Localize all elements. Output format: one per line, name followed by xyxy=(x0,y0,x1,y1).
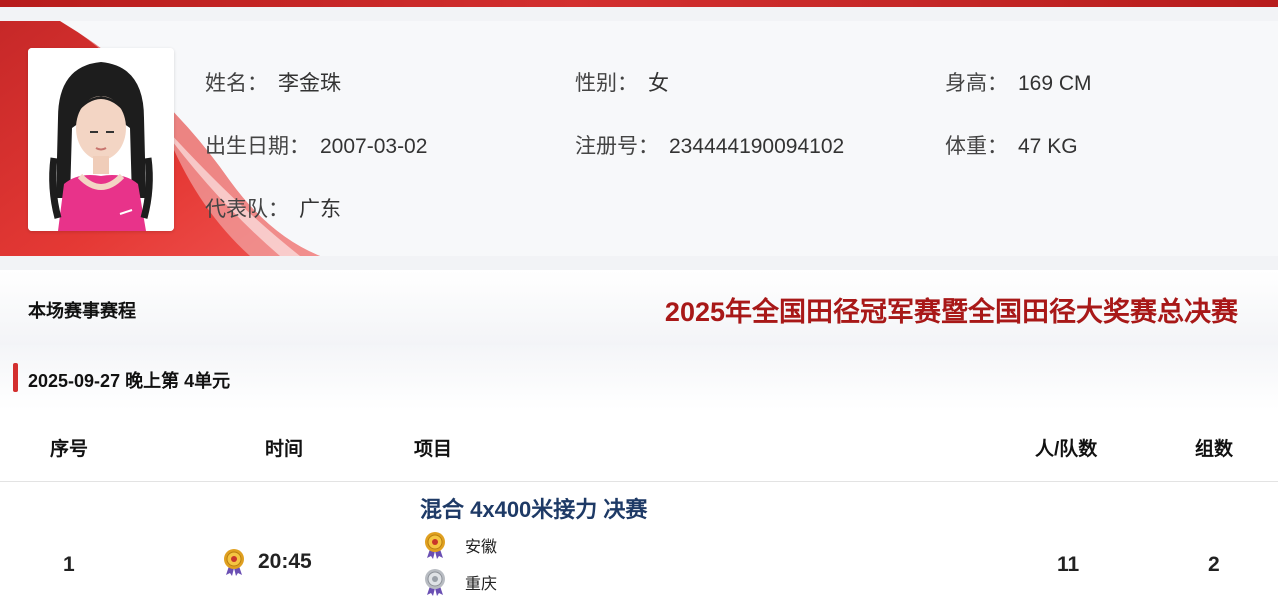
gold-medal-icon xyxy=(425,532,445,559)
schedule-table-header: 序号 时间 项目 人/队数 组数 xyxy=(0,410,1278,482)
event-item-name[interactable]: 混合 4x400米接力 决赛 xyxy=(420,492,647,524)
column-header-count: 人/队数 xyxy=(1035,439,1098,460)
height-label: 身高： xyxy=(945,72,1008,95)
athlete-profile-card: 姓名： 李金珠 性别： 女 身高： 169 CM 出生日期： 2007-03-02 注册… xyxy=(0,21,1278,256)
column-header-no: 序号 xyxy=(50,439,89,460)
weight-field: 体重： 47 KG xyxy=(945,130,1078,160)
name-label: 姓名： xyxy=(205,72,268,95)
session-marker xyxy=(13,363,18,392)
section-divider xyxy=(0,256,1278,270)
gold-medalist: 安徽 xyxy=(423,531,497,559)
registration-field: 注册号： 234444190094102 xyxy=(575,130,844,160)
name-field: 姓名： 李金珠 xyxy=(205,67,341,97)
registration-value: 234444190094102 xyxy=(669,135,845,158)
column-header-item: 项目 xyxy=(414,439,453,460)
height-value: 169 CM xyxy=(1018,72,1092,95)
birthdate-label: 出生日期： xyxy=(205,135,310,158)
top-divider xyxy=(0,7,1278,21)
silver-medalist-team: 重庆 xyxy=(465,576,498,593)
top-accent-bar xyxy=(0,0,1278,7)
team-field: 代表队： 广东 xyxy=(205,193,341,223)
schedule-title: 本场赛事赛程 xyxy=(28,301,136,321)
name-value: 李金珠 xyxy=(278,72,341,95)
column-header-time: 时间 xyxy=(265,439,304,460)
row-groups: 2 xyxy=(1208,553,1220,576)
birthdate-field: 出生日期： 2007-03-02 xyxy=(205,130,427,160)
row-time-value: 20:45 xyxy=(258,550,312,573)
team-label: 代表队： xyxy=(205,198,289,221)
athlete-photo xyxy=(28,48,174,231)
session-label: 2025-09-27 晚上第 4单元 xyxy=(28,371,231,391)
weight-label: 体重： xyxy=(945,135,1008,158)
birthdate-value: 2007-03-02 xyxy=(320,135,428,158)
gold-medal-icon xyxy=(224,549,244,576)
row-number: 1 xyxy=(63,553,75,576)
gender-label: 性别： xyxy=(575,72,638,95)
silver-medal-icon xyxy=(425,569,445,596)
gold-medalist-team: 安徽 xyxy=(465,539,498,556)
gender-field: 性别： 女 xyxy=(575,67,669,97)
registration-label: 注册号： xyxy=(575,135,659,158)
session-bar: 2025-09-27 晚上第 4单元 xyxy=(0,345,1278,410)
row-time: 20:45 xyxy=(222,548,312,576)
team-value: 广东 xyxy=(299,198,341,221)
schedule-header: 本场赛事赛程 2025年全国田径冠军赛暨全国田径大奖赛总决赛 xyxy=(0,270,1278,345)
weight-value: 47 KG xyxy=(1018,135,1078,158)
height-field: 身高： 169 CM xyxy=(945,67,1092,97)
gender-value: 女 xyxy=(648,72,669,95)
silver-medalist: 重庆 xyxy=(423,568,497,596)
table-row[interactable]: 1 20:45 混合 4x400米接力 决赛 安徽 重庆 11 2 xyxy=(0,482,1278,601)
row-count: 11 xyxy=(1057,553,1080,576)
column-header-groups: 组数 xyxy=(1195,439,1234,460)
event-name: 2025年全国田径冠军赛暨全国田径大奖赛总决赛 xyxy=(664,297,1238,327)
